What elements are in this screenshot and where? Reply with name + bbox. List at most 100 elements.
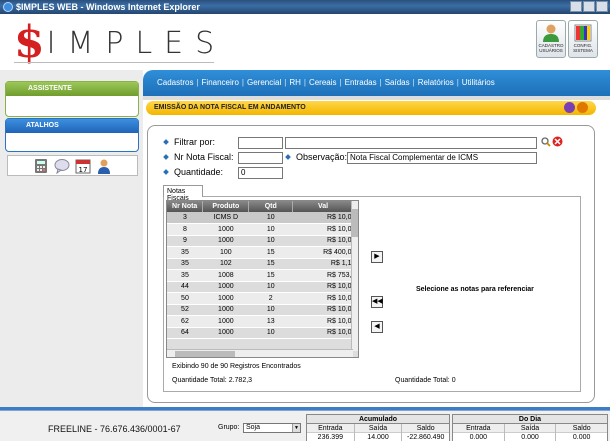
status-bar-inner: FREELINE - 76.676.436/0001-67 Grupo: Soj… xyxy=(0,410,610,441)
col-header-nr-nota[interactable]: Nr Nota xyxy=(167,201,204,212)
table-cell: 1000 xyxy=(202,315,249,328)
observacao-field[interactable]: Nota Fiscal Complementar de ICMS xyxy=(347,152,537,164)
table-cell: R$ 10,0 xyxy=(292,212,354,224)
table-cell: R$ 10,0 xyxy=(292,315,354,328)
table-row[interactable]: 9 1000 10 R$ 10,0 xyxy=(167,235,354,247)
table-cell: R$ 10,0 xyxy=(292,292,354,305)
atalhos-header[interactable]: ATALHOS xyxy=(6,119,138,133)
table-row[interactable]: 52 1000 10 R$ 10,0 xyxy=(167,304,354,316)
filtrar-row: Filtrar por: xyxy=(163,137,215,147)
cadastro-usuarios-button[interactable]: CADASTRO USUÁRIOS xyxy=(536,20,566,58)
table-row[interactable]: 8 1000 10 R$ 10,0 xyxy=(167,223,354,236)
move-left-button[interactable]: ◀ xyxy=(371,321,383,333)
table-cell: 35 xyxy=(167,258,203,270)
nav-item-rh[interactable]: RH xyxy=(289,78,301,87)
nav-item-entradas[interactable]: Entradas xyxy=(345,78,377,87)
maximize-button[interactable] xyxy=(583,1,595,12)
table-row[interactable]: 50 1000 2 R$ 10,0 xyxy=(167,292,354,305)
quantidade-field[interactable]: 0 xyxy=(238,167,283,179)
nr-nota-field[interactable] xyxy=(238,152,283,164)
grid-vertical-scrollbar[interactable] xyxy=(351,201,358,351)
move-right-button[interactable]: ▶ xyxy=(371,251,383,263)
table-cell: 10 xyxy=(248,223,293,236)
table-cell: 35 xyxy=(167,246,203,259)
table-cell: 62 xyxy=(167,315,203,328)
config-sistema-button[interactable]: CONFIG. SISTEMA xyxy=(568,20,598,58)
grupo-select[interactable]: Soja ▼ xyxy=(243,423,301,433)
nav-items: Cadastros | Financeiro | Gerencial | RH | Cereai… xyxy=(157,78,495,87)
minimize-button[interactable] xyxy=(570,1,582,12)
nav-separator: | xyxy=(412,78,415,87)
calculator-icon[interactable] xyxy=(33,158,49,174)
table-cell: 44 xyxy=(167,281,203,293)
nav-item-financeiro[interactable]: Financeiro xyxy=(202,78,239,87)
table-cell: 15 xyxy=(248,246,293,259)
table-cell: 52 xyxy=(167,304,203,316)
status-banner: EMISSÃO DA NOTA FISCAL EM ANDAMENTO xyxy=(146,101,596,115)
table-row[interactable]: 3 ICMS D 10 R$ 10,0 xyxy=(167,212,354,224)
table-cell: R$ 753, xyxy=(292,269,354,282)
nav-item-cadastros[interactable]: Cadastros xyxy=(157,78,193,87)
user-icon xyxy=(543,24,559,42)
move-all-left-button[interactable]: ◀◀ xyxy=(371,296,383,308)
search-icon[interactable] xyxy=(541,137,551,147)
acumulado-saldo-label: Saldo xyxy=(402,424,450,433)
status-bar: FREELINE - 76.676.436/0001-67 Grupo: Soj… xyxy=(0,407,610,441)
back-arrow-icon[interactable] xyxy=(577,102,588,113)
svg-text:17: 17 xyxy=(79,166,88,174)
grid-horizontal-scrollbar[interactable] xyxy=(167,349,353,357)
config-sistema-label: CONFIG. SISTEMA xyxy=(573,43,593,53)
chevron-down-icon[interactable]: ▼ xyxy=(292,424,300,432)
table-cell: 15 xyxy=(248,269,293,282)
table-cell: 102 xyxy=(202,258,249,270)
nav-item-relatorios[interactable]: Relatórios xyxy=(418,78,454,87)
col-header-valor[interactable]: Val xyxy=(292,201,354,212)
nav-item-cereais[interactable]: Cereais xyxy=(309,78,337,87)
table-cell: R$ 1,1 xyxy=(292,258,354,270)
table-row[interactable]: 35 102 15 R$ 1,1 xyxy=(167,258,354,270)
nav-separator: | xyxy=(284,78,287,87)
table-cell: 1000 xyxy=(202,327,249,339)
grid-body: 3 ICMS D 10 R$ 10,0 8 1000 10 R$ 10,0 9 1000 10 R$ … xyxy=(167,212,354,339)
close-window-button[interactable] xyxy=(596,1,608,12)
table-cell: 2 xyxy=(248,292,293,305)
main-nav: Cadastros | Financeiro | Gerencial | RH | Cereai… xyxy=(143,70,610,96)
table-row[interactable]: 35 100 15 R$ 400,0 xyxy=(167,246,354,259)
bullet-icon xyxy=(163,139,169,145)
table-row[interactable]: 64 1000 10 R$ 10,0 xyxy=(167,327,354,339)
table-cell: 9 xyxy=(167,235,203,247)
assistente-header[interactable]: ASSISTENTE xyxy=(6,82,138,96)
nav-item-utilitarios[interactable]: Utilitários xyxy=(462,78,495,87)
person-icon[interactable] xyxy=(96,158,112,174)
nav-item-gerencial[interactable]: Gerencial xyxy=(247,78,281,87)
table-cell: R$ 10,0 xyxy=(292,304,354,316)
nav-item-saidas[interactable]: Saídas xyxy=(385,78,410,87)
table-cell: 1000 xyxy=(202,292,249,305)
clear-icon[interactable] xyxy=(552,136,563,147)
up-arrow-icon[interactable] xyxy=(564,102,575,113)
table-cell: 10 xyxy=(248,304,293,316)
col-header-qtd[interactable]: Qtd xyxy=(248,201,294,212)
quantidade-total-right: Quantidade Total: 0 xyxy=(395,377,456,384)
bullet-icon xyxy=(163,154,169,160)
tab-notas-fiscais[interactable]: Notas Fiscais xyxy=(163,185,203,202)
table-cell: 64 xyxy=(167,327,203,339)
nav-shadow xyxy=(143,96,610,100)
filtrar-field-2[interactable] xyxy=(285,137,537,149)
do-dia-saida: 0.000 xyxy=(521,434,539,441)
app-header: $ IMPLES CADASTRO USUÁRIOS CONFIG. SISTE… xyxy=(0,14,610,70)
chat-icon[interactable] xyxy=(54,158,70,174)
do-dia-saldo-label: Saldo xyxy=(556,424,608,433)
acumulado-entrada-label: Entrada xyxy=(307,424,354,433)
table-cell: 3 xyxy=(167,212,203,224)
banner-title: EMISSÃO DA NOTA FISCAL EM ANDAMENTO xyxy=(154,104,306,111)
logo-underline xyxy=(14,62,214,63)
table-row[interactable]: 35 1008 15 R$ 753, xyxy=(167,269,354,282)
quantidade-row: Quantidade: xyxy=(163,167,223,177)
table-row[interactable]: 44 1000 10 R$ 10,0 xyxy=(167,281,354,293)
col-header-produto[interactable]: Produto xyxy=(202,201,250,212)
table-row[interactable]: 62 1000 13 R$ 10,0 xyxy=(167,315,354,328)
table-cell: 50 xyxy=(167,292,203,305)
calendar-icon[interactable]: 17 xyxy=(75,158,91,174)
filtrar-field-1[interactable] xyxy=(238,137,283,149)
